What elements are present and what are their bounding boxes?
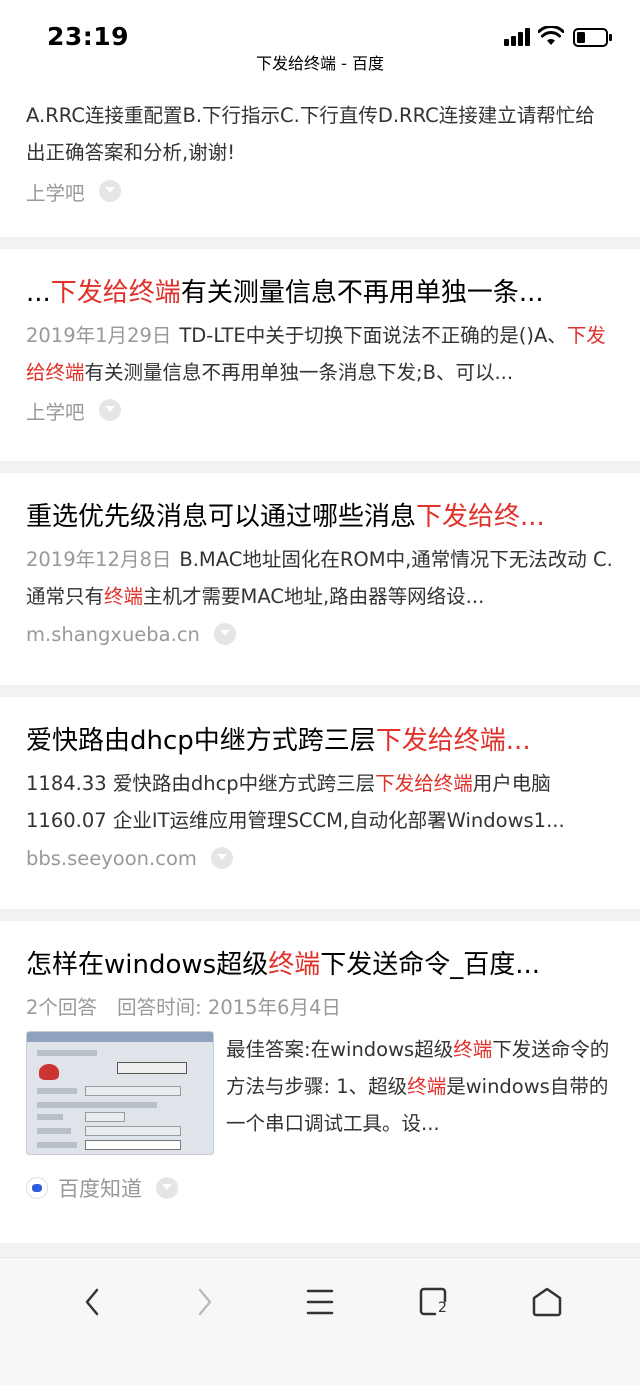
chevron-down-icon[interactable] [213, 623, 236, 645]
desc-text: 主机才需要MAC地址,路由器等网络设... [143, 585, 485, 608]
title-highlight: 终端 [268, 950, 321, 980]
result-desc: 1184.33 爱快路由dhcp中继方式跨三层下发给终端用户电脑 1160.07… [26, 765, 614, 839]
bottom-toolbar: 2 [0, 1257, 640, 1385]
result-card[interactable]: 怎样在windows超级终端下发送命令_百度... 2个回答 回答时间: 201… [0, 921, 640, 1243]
result-date: 2019年12月8日 [26, 548, 172, 571]
result-source: bbs.seeyoon.com [26, 843, 614, 873]
source-name: 上学吧 [26, 400, 85, 424]
source-name: 百度知道 [58, 1177, 142, 1201]
tab-count: 2 [438, 1300, 447, 1316]
desc-highlight: 终端 [453, 1038, 493, 1061]
source-name: 上学吧 [26, 181, 85, 205]
result-desc: 2019年12月8日 B.MAC地址固化在ROM中,通常情况下无法改动 C.通常只… [26, 541, 614, 615]
forward-button[interactable] [175, 1278, 235, 1326]
source-name: bbs.seeyoon.com [26, 846, 197, 870]
wifi-icon [538, 26, 564, 45]
baidu-logo-icon [26, 1177, 48, 1199]
title-text: 重选优先级消息可以通过哪些消息 [26, 502, 417, 532]
desc-highlight: 终端 [104, 585, 144, 608]
chevron-down-icon[interactable] [98, 399, 121, 421]
desc-text: 在windows超级 [310, 1038, 454, 1061]
result-title[interactable]: 爱快路由dhcp中继方式跨三层下发给终端... [26, 723, 614, 759]
chevron-down-icon[interactable] [156, 1177, 178, 1199]
desc-text: 有关测量信息不再用单独一条消息下发;B、可以... [84, 361, 514, 384]
page-title: 下发给终端 - 百度 [256, 54, 384, 73]
status-time: 23:19 [47, 22, 130, 51]
tabs-button[interactable]: 2 [404, 1278, 464, 1326]
title-text: 爱快路由dhcp中继方式跨三层 [26, 726, 376, 756]
menu-button[interactable] [290, 1278, 350, 1326]
forward-icon [198, 1288, 212, 1316]
result-desc: 2019年1月29日 TD-LTE中关于切换下面说法不正确的是()A、下发给终端有… [26, 317, 614, 391]
desc-text: 1184.33 爱快路由dhcp中继方式跨三层 [26, 772, 376, 795]
result-card[interactable]: 重选优先级消息可以通过哪些消息下发给终... 2019年12月8日 B.MAC地址… [0, 473, 640, 685]
home-button[interactable] [517, 1278, 577, 1326]
result-card[interactable]: ...下发给终端有关测量信息不再用单独一条... 2019年1月29日 TD-LT… [0, 249, 640, 461]
result-source: m.shangxueba.cn [26, 619, 614, 649]
result-card[interactable]: A.RRC连接重配置B.下行指示C.下行直传D.RRC连接建立请帮忙给出正确答案… [0, 82, 640, 237]
title-text: 下发送命令_百度... [320, 950, 541, 980]
desc-text: 用户电脑 [472, 772, 551, 795]
result-title[interactable]: 怎样在windows超级终端下发送命令_百度... [26, 947, 614, 983]
result-source: 上学吧 [26, 395, 614, 425]
title-text: 有关测量信息不再用单独一条... [180, 278, 544, 308]
signal-icon [504, 28, 531, 46]
result-card[interactable]: 爱快路由dhcp中继方式跨三层下发给终端... 1184.33 爱快路由dhcp… [0, 697, 640, 909]
best-answer-label: 最佳答案: [226, 1038, 311, 1061]
result-source: 上学吧 [26, 176, 614, 206]
title-highlight: 下发给终... [416, 502, 545, 532]
answer-time: 2015年6月4日 [207, 996, 341, 1019]
desc-highlight: 终端 [407, 1075, 447, 1098]
status-bar: 23:19 下发给终端 - 百度 [0, 0, 640, 82]
answer-time-label: 回答时间: [117, 996, 202, 1019]
answer-meta: 2个回答 回答时间: 2015年6月4日 [26, 993, 614, 1023]
back-icon [85, 1288, 99, 1316]
chevron-down-icon[interactable] [210, 847, 233, 869]
search-results: A.RRC连接重配置B.下行指示C.下行直传D.RRC连接建立请帮忙给出正确答案… [0, 82, 640, 1243]
result-title[interactable]: ...下发给终端有关测量信息不再用单独一条... [26, 275, 614, 311]
best-answer-text[interactable]: 最佳答案:在windows超级终端下发送命令的方法与步骤: 1、超级终端是win… [226, 1031, 614, 1155]
chevron-down-icon[interactable] [98, 180, 121, 202]
title-text: 怎样在windows超级 [26, 950, 269, 980]
title-highlight: 下发给终端... [375, 726, 531, 756]
desc-line: 1160.07 企业IT运维应用管理SCCM,自动化部署Windows1... [26, 809, 565, 832]
result-desc: A.RRC连接重配置B.下行指示C.下行直传D.RRC连接建立请帮忙给出正确答案… [26, 104, 595, 164]
result-title[interactable]: 重选优先级消息可以通过哪些消息下发给终... [26, 499, 614, 535]
result-date: 2019年1月29日 [26, 324, 172, 347]
back-button[interactable] [62, 1278, 122, 1326]
home-icon [532, 1287, 562, 1317]
answer-count: 2个回答 [26, 996, 97, 1019]
title-highlight: 下发给终端 [50, 278, 181, 308]
battery-icon [573, 28, 612, 47]
answer-thumbnail[interactable] [26, 1031, 214, 1155]
menu-icon [306, 1289, 334, 1315]
result-source: 百度知道 [26, 1173, 614, 1203]
source-name: m.shangxueba.cn [26, 622, 200, 646]
best-answer: 最佳答案:在windows超级终端下发送命令的方法与步骤: 1、超级终端是win… [26, 1031, 614, 1155]
title-text: ... [26, 278, 51, 308]
desc-text: TD-LTE中关于切换下面说法不正确的是()A、 [179, 324, 567, 347]
desc-highlight: 下发给终端 [375, 772, 473, 795]
